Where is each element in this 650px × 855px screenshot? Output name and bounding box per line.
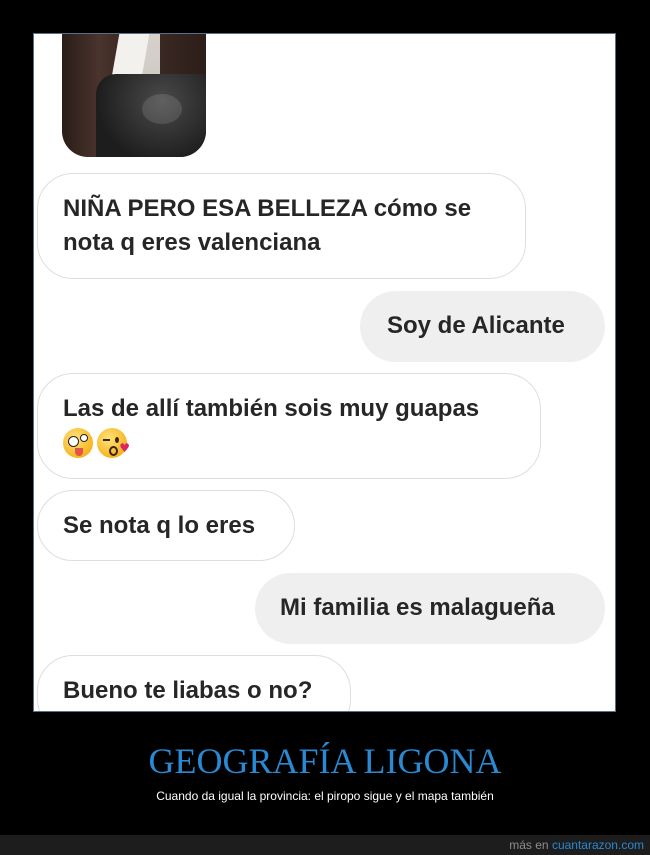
chat-screenshot: NIÑA PERO ESA BELLEZA cómo se nota q ere…	[34, 34, 615, 711]
message-bubble-received[interactable]: Bueno te liabas o no?	[37, 655, 351, 711]
message-text-line: Las de allí también sois muy guapas	[63, 395, 480, 422]
post-title: GEOGRAFÍA LIGONA	[148, 741, 502, 781]
message-bubble-sent[interactable]: Mi familia es malagueña	[255, 573, 605, 644]
footer-site-link[interactable]: cuantarazon.com	[552, 838, 644, 852]
message-text-line: Se nota q lo eres	[63, 512, 256, 539]
message-bubble-received[interactable]: Las de allí también sois muy guapas ♥	[37, 373, 541, 479]
message-bubble-received[interactable]: Se nota q lo eres	[37, 490, 295, 561]
zany-face-emoji-icon	[63, 428, 93, 458]
message-text-line: nota q eres valenciana	[63, 229, 321, 256]
face-blowing-kiss-emoji-icon: ♥	[97, 428, 130, 458]
emoji-row: ♥	[63, 428, 540, 458]
photo-highlight	[142, 94, 182, 124]
message-bubble-sent[interactable]: Soy de Alicante	[360, 291, 605, 362]
message-bubble-received[interactable]: NIÑA PERO ESA BELLEZA cómo se nota q ere…	[37, 173, 526, 279]
post-subtitle: Cuando da igual la provincia: el piropo …	[156, 789, 494, 803]
message-text-line: Bueno te liabas o no?	[63, 677, 313, 704]
screenshot-frame: NIÑA PERO ESA BELLEZA cómo se nota q ere…	[33, 33, 616, 712]
message-text-line: NIÑA PERO ESA BELLEZA cómo se	[63, 195, 472, 222]
shared-photo[interactable]	[62, 34, 206, 157]
footer-prefix: más en	[509, 838, 549, 852]
message-text-line: Soy de Alicante	[387, 312, 565, 339]
site-footer: más en cuantarazon.com	[0, 835, 650, 855]
message-text-line: Mi familia es malagueña	[280, 594, 555, 621]
